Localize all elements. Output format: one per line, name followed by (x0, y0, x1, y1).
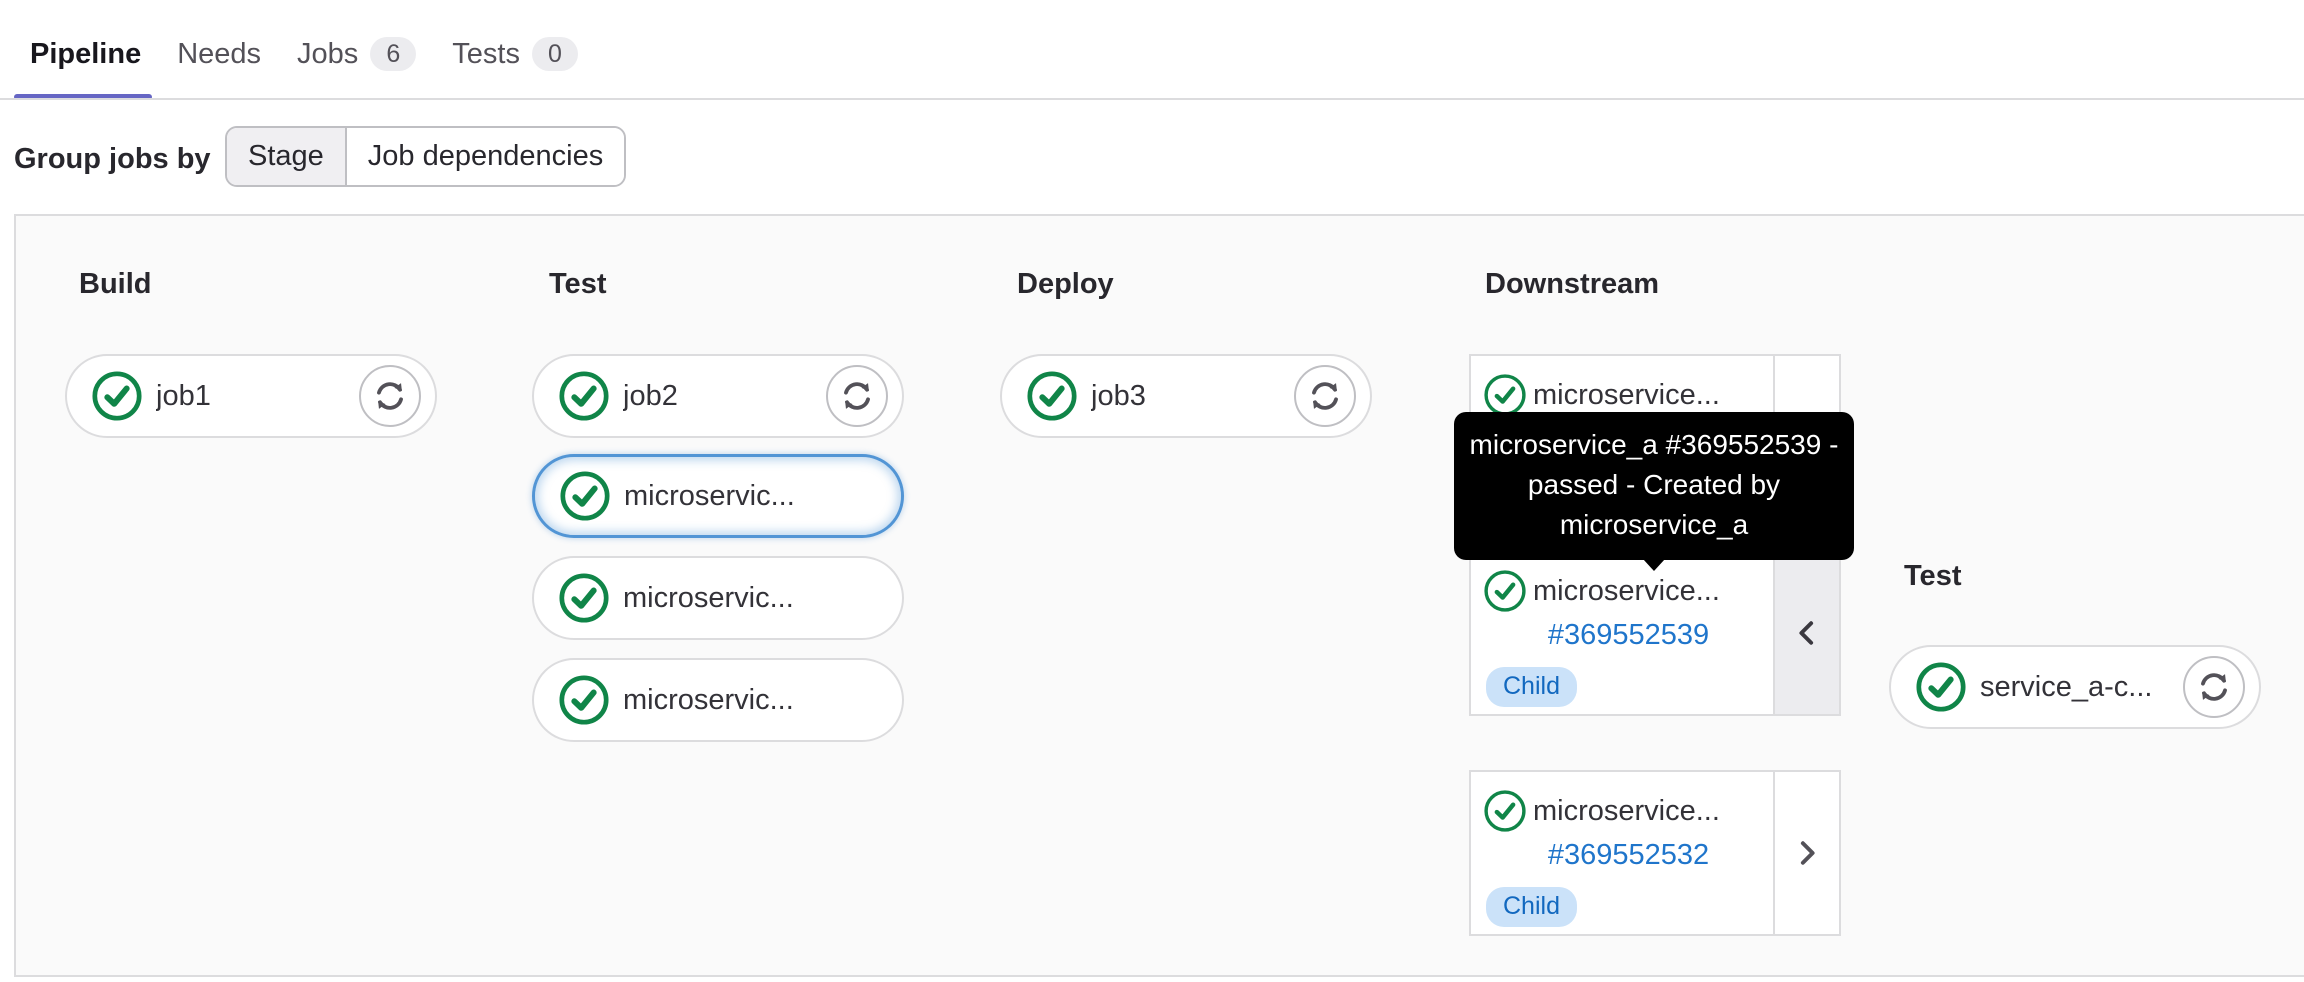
downstream-pipeline-name[interactable]: microservice... (1484, 570, 1773, 612)
job-pill-microservice-trigger-1[interactable]: microservic... (532, 454, 904, 538)
status-success-icon (92, 371, 142, 421)
status-success-icon (1916, 662, 1966, 712)
downstream-pipeline-name[interactable]: microservice... (1484, 374, 1773, 416)
downstream-card-3: microservice... #369552532 Child (1469, 770, 1841, 936)
stage-header-downstream: Downstream (1485, 268, 1660, 300)
stage-header-child-test: Test (1904, 560, 1962, 592)
group-jobs-by-label: Group jobs by (14, 143, 211, 175)
tooltip-line: microservice_a (1559, 509, 1749, 540)
stage-header-deploy: Deploy (1017, 268, 1114, 300)
chevron-right-icon (1792, 838, 1822, 868)
job-label: microservic... (623, 581, 794, 614)
downstream-card-2: microservice... #369552539 Child (1469, 550, 1841, 716)
tooltip-line: microservice_a #369552539 - (1469, 429, 1839, 460)
status-success-icon (559, 371, 609, 421)
stage-header-test: Test (549, 268, 607, 300)
tab-pipeline[interactable]: Pipeline (14, 24, 157, 84)
status-success-icon (1484, 790, 1526, 832)
pipeline-screen: Pipeline Needs Jobs 6 Tests 0 Group jobs… (0, 0, 2304, 982)
group-by-segmented-control: Stage Job dependencies (225, 126, 627, 187)
tooltip-line: passed - Created by (1527, 469, 1781, 500)
tests-count-badge: 0 (531, 37, 578, 71)
tab-tests[interactable]: Tests 0 (436, 24, 594, 84)
job-pill-service-a[interactable]: service_a-c... (1889, 645, 2261, 729)
retry-job-button[interactable] (826, 365, 888, 427)
job-pill-microservice-trigger-3[interactable]: microservic... (532, 658, 904, 742)
expand-downstream-button[interactable] (1773, 772, 1839, 934)
job-label: job3 (1091, 379, 1146, 412)
pipeline-graph: Build Test Deploy Downstream job1 job2 m… (14, 214, 2304, 977)
status-success-icon (1484, 374, 1526, 416)
job-label: service_a-c... (1980, 670, 2153, 703)
child-pipeline-badge: Child (1486, 667, 1577, 707)
job-pill-microservice-trigger-2[interactable]: microservic... (532, 556, 904, 640)
pipeline-tab-bar: Pipeline Needs Jobs 6 Tests 0 (14, 24, 594, 84)
status-success-icon (559, 675, 609, 725)
job-label: job1 (156, 379, 211, 412)
downstream-pipeline-link[interactable]: #369552532 (1484, 839, 1773, 872)
downstream-pipeline-name[interactable]: microservice... (1484, 790, 1773, 832)
retry-job-button[interactable] (1294, 365, 1356, 427)
tab-jobs-label: Jobs (297, 37, 359, 70)
retry-job-button[interactable] (2183, 656, 2245, 718)
downstream-pipeline-link[interactable]: #369552539 (1484, 619, 1773, 652)
tabs-divider (0, 98, 2304, 100)
job-label: job2 (623, 379, 678, 412)
pipeline-status-tooltip: microservice_a #369552539 - passed - Cre… (1454, 412, 1854, 571)
jobs-count-badge: 6 (370, 37, 417, 71)
job-pill-job2[interactable]: job2 (532, 354, 904, 438)
job-label: microservic... (624, 479, 795, 512)
status-success-icon (559, 573, 609, 623)
tab-needs[interactable]: Needs (161, 24, 277, 84)
status-success-icon (1027, 371, 1077, 421)
group-by-stage-button[interactable]: Stage (227, 128, 347, 185)
child-pipeline-badge: Child (1486, 887, 1577, 927)
retry-job-button[interactable] (359, 365, 421, 427)
job-label: microservic... (623, 683, 794, 716)
stage-header-build: Build (79, 268, 152, 300)
tab-tests-label: Tests (452, 37, 520, 70)
tab-needs-label: Needs (177, 37, 262, 70)
collapse-downstream-button[interactable] (1773, 552, 1839, 714)
job-pill-job1[interactable]: job1 (65, 354, 437, 438)
status-success-icon (560, 471, 610, 521)
status-success-icon (1484, 570, 1526, 612)
job-pill-job3[interactable]: job3 (1000, 354, 1372, 438)
chevron-left-icon (1792, 618, 1822, 648)
group-by-dependencies-button[interactable]: Job dependencies (346, 128, 625, 185)
tab-pipeline-label: Pipeline (30, 37, 142, 70)
tab-jobs[interactable]: Jobs 6 (281, 24, 432, 84)
